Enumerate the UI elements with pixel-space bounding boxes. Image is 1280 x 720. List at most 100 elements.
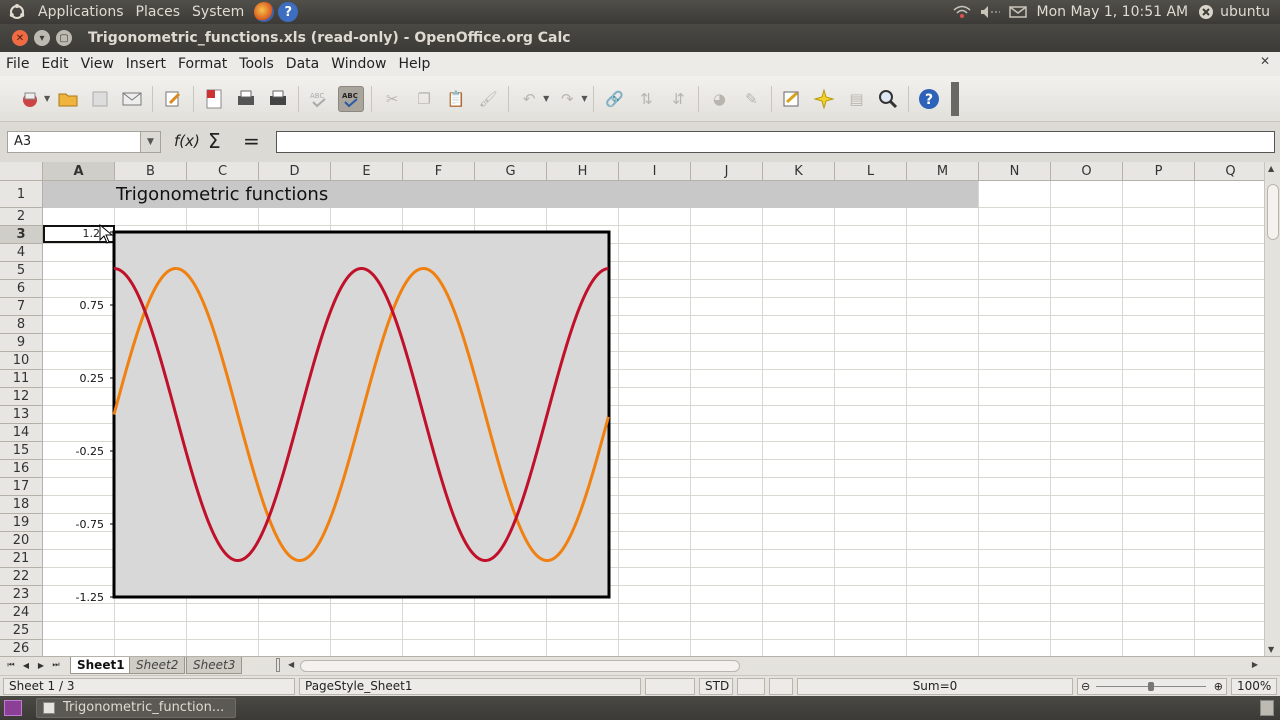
row-header-11[interactable]: 11 — [0, 370, 43, 388]
undo-icon[interactable]: ↶ — [516, 86, 542, 112]
tab-sheet1[interactable]: Sheet1 — [70, 657, 132, 674]
maximize-window-button[interactable]: ▢ — [56, 30, 72, 46]
hyperlink-icon[interactable]: 🔗 — [601, 86, 627, 112]
column-header-k[interactable]: K — [763, 162, 835, 181]
export-pdf-icon[interactable] — [201, 86, 227, 112]
help-icon[interactable]: ? — [916, 86, 942, 112]
row-header-24[interactable]: 24 — [0, 604, 43, 622]
sum-display[interactable]: Sum=0 — [797, 678, 1073, 695]
row-header-20[interactable]: 20 — [0, 532, 43, 550]
close-document-icon[interactable]: ✕ — [1260, 54, 1270, 68]
column-header-a[interactable]: A — [43, 162, 115, 181]
row-header-21[interactable]: 21 — [0, 550, 43, 568]
sort-descending-icon[interactable]: ⇵ — [665, 86, 691, 112]
trig-chart[interactable]: 1.250.750.25-0.25-0.75-1.25 — [43, 208, 618, 628]
column-header-g[interactable]: G — [475, 162, 547, 181]
row-header-18[interactable]: 18 — [0, 496, 43, 514]
places-menu[interactable]: Places — [130, 0, 187, 24]
new-document-icon[interactable] — [17, 86, 43, 112]
row-header-25[interactable]: 25 — [0, 622, 43, 640]
row-header-2[interactable]: 2 — [0, 208, 43, 226]
vertical-scroll-thumb[interactable] — [1267, 184, 1279, 240]
menu-view[interactable]: View — [75, 52, 120, 76]
row-header-7[interactable]: 7 — [0, 298, 43, 316]
first-sheet-icon[interactable]: ⏮ — [4, 658, 18, 672]
undo-dropdown-icon[interactable]: ▼ — [543, 94, 549, 103]
network-icon[interactable] — [949, 0, 975, 24]
firefox-icon[interactable] — [254, 2, 275, 22]
name-box[interactable]: A3 ▼ — [7, 131, 161, 153]
next-sheet-icon[interactable]: ▶ — [34, 658, 48, 672]
column-header-n[interactable]: N — [979, 162, 1051, 181]
scroll-up-icon[interactable]: ▲ — [1268, 164, 1274, 173]
page-style[interactable]: PageStyle_Sheet1 — [299, 678, 641, 695]
row-header-5[interactable]: 5 — [0, 262, 43, 280]
cut-icon[interactable]: ✂ — [379, 86, 405, 112]
row-header-14[interactable]: 14 — [0, 424, 43, 442]
toolbar-grip[interactable] — [951, 81, 960, 116]
column-header-o[interactable]: O — [1051, 162, 1123, 181]
zoom-thumb[interactable] — [1148, 682, 1154, 691]
minimize-window-button[interactable]: ▾ — [34, 30, 50, 46]
row-header-6[interactable]: 6 — [0, 280, 43, 298]
column-header-p[interactable]: P — [1123, 162, 1195, 181]
function-wizard-button[interactable]: f(x) — [174, 132, 200, 150]
vertical-scrollbar[interactable]: ▲ ▼ — [1264, 162, 1280, 656]
row-header-26[interactable]: 26 — [0, 640, 43, 656]
close-window-button[interactable]: ✕ — [12, 30, 28, 46]
horizontal-scroll-thumb[interactable] — [300, 660, 740, 672]
scroll-right-icon[interactable]: ▶ — [1252, 660, 1258, 669]
column-header-b[interactable]: B — [115, 162, 187, 181]
help-launcher-icon[interactable]: ? — [278, 2, 299, 22]
trash-icon[interactable] — [1260, 700, 1274, 716]
format-paintbrush-icon[interactable]: 🖌 — [475, 86, 501, 112]
horizontal-scrollbar[interactable]: ◀ ▶ — [288, 658, 1258, 674]
menu-help[interactable]: Help — [392, 52, 436, 76]
zoom-slider[interactable]: ⊖ ⊕ — [1077, 678, 1227, 695]
row-header-4[interactable]: 4 — [0, 244, 43, 262]
zoom-percent[interactable]: 100% — [1231, 678, 1277, 695]
prev-sheet-icon[interactable]: ◀ — [19, 658, 33, 672]
column-header-j[interactable]: J — [691, 162, 763, 181]
redo-icon[interactable]: ↷ — [554, 86, 580, 112]
column-header-d[interactable]: D — [259, 162, 331, 181]
formula-input[interactable] — [276, 131, 1275, 153]
row-header-22[interactable]: 22 — [0, 568, 43, 586]
zoom-in-icon[interactable]: ⊕ — [1214, 679, 1223, 694]
zoom-icon[interactable] — [875, 86, 901, 112]
menu-format[interactable]: Format — [172, 52, 233, 76]
navigator-icon[interactable] — [811, 86, 837, 112]
find-replace-icon[interactable] — [779, 86, 805, 112]
sheet-title-cell[interactable]: Trigonometric functions — [116, 182, 328, 208]
gallery-icon[interactable]: ▤ — [843, 86, 869, 112]
column-header-i[interactable]: I — [619, 162, 691, 181]
insert-chart-icon[interactable]: ◕ — [706, 86, 732, 112]
last-sheet-icon[interactable]: ⏭ — [49, 658, 63, 672]
row-header-10[interactable]: 10 — [0, 352, 43, 370]
email-document-icon[interactable] — [119, 86, 145, 112]
user-name[interactable]: ubuntu — [1218, 0, 1280, 24]
sum-button[interactable]: Σ — [208, 129, 221, 153]
save-icon[interactable] — [87, 86, 113, 112]
column-header-e[interactable]: E — [331, 162, 403, 181]
mail-icon[interactable] — [1005, 0, 1031, 24]
open-folder-icon[interactable] — [55, 86, 81, 112]
row-header-15[interactable]: 15 — [0, 442, 43, 460]
row-header-1[interactable]: 1 — [0, 181, 43, 208]
new-dropdown-icon[interactable]: ▼ — [44, 94, 50, 103]
row-header-17[interactable]: 17 — [0, 478, 43, 496]
row-header-9[interactable]: 9 — [0, 334, 43, 352]
print-icon[interactable] — [233, 86, 259, 112]
system-menu[interactable]: System — [186, 0, 250, 24]
name-box-dropdown-icon[interactable]: ▼ — [140, 132, 160, 152]
page-preview-icon[interactable] — [265, 86, 291, 112]
row-header-13[interactable]: 13 — [0, 406, 43, 424]
applications-menu[interactable]: Applications — [32, 0, 130, 24]
taskbar-window-button[interactable]: Trigonometric_function... — [36, 698, 236, 718]
copy-icon[interactable]: ❐ — [411, 86, 437, 112]
edit-file-icon[interactable] — [160, 86, 186, 112]
spellcheck-icon[interactable]: ABC — [306, 86, 332, 112]
tab-sheet2[interactable]: Sheet2 — [129, 657, 186, 674]
row-header-19[interactable]: 19 — [0, 514, 43, 532]
volume-icon[interactable] — [975, 0, 1005, 24]
